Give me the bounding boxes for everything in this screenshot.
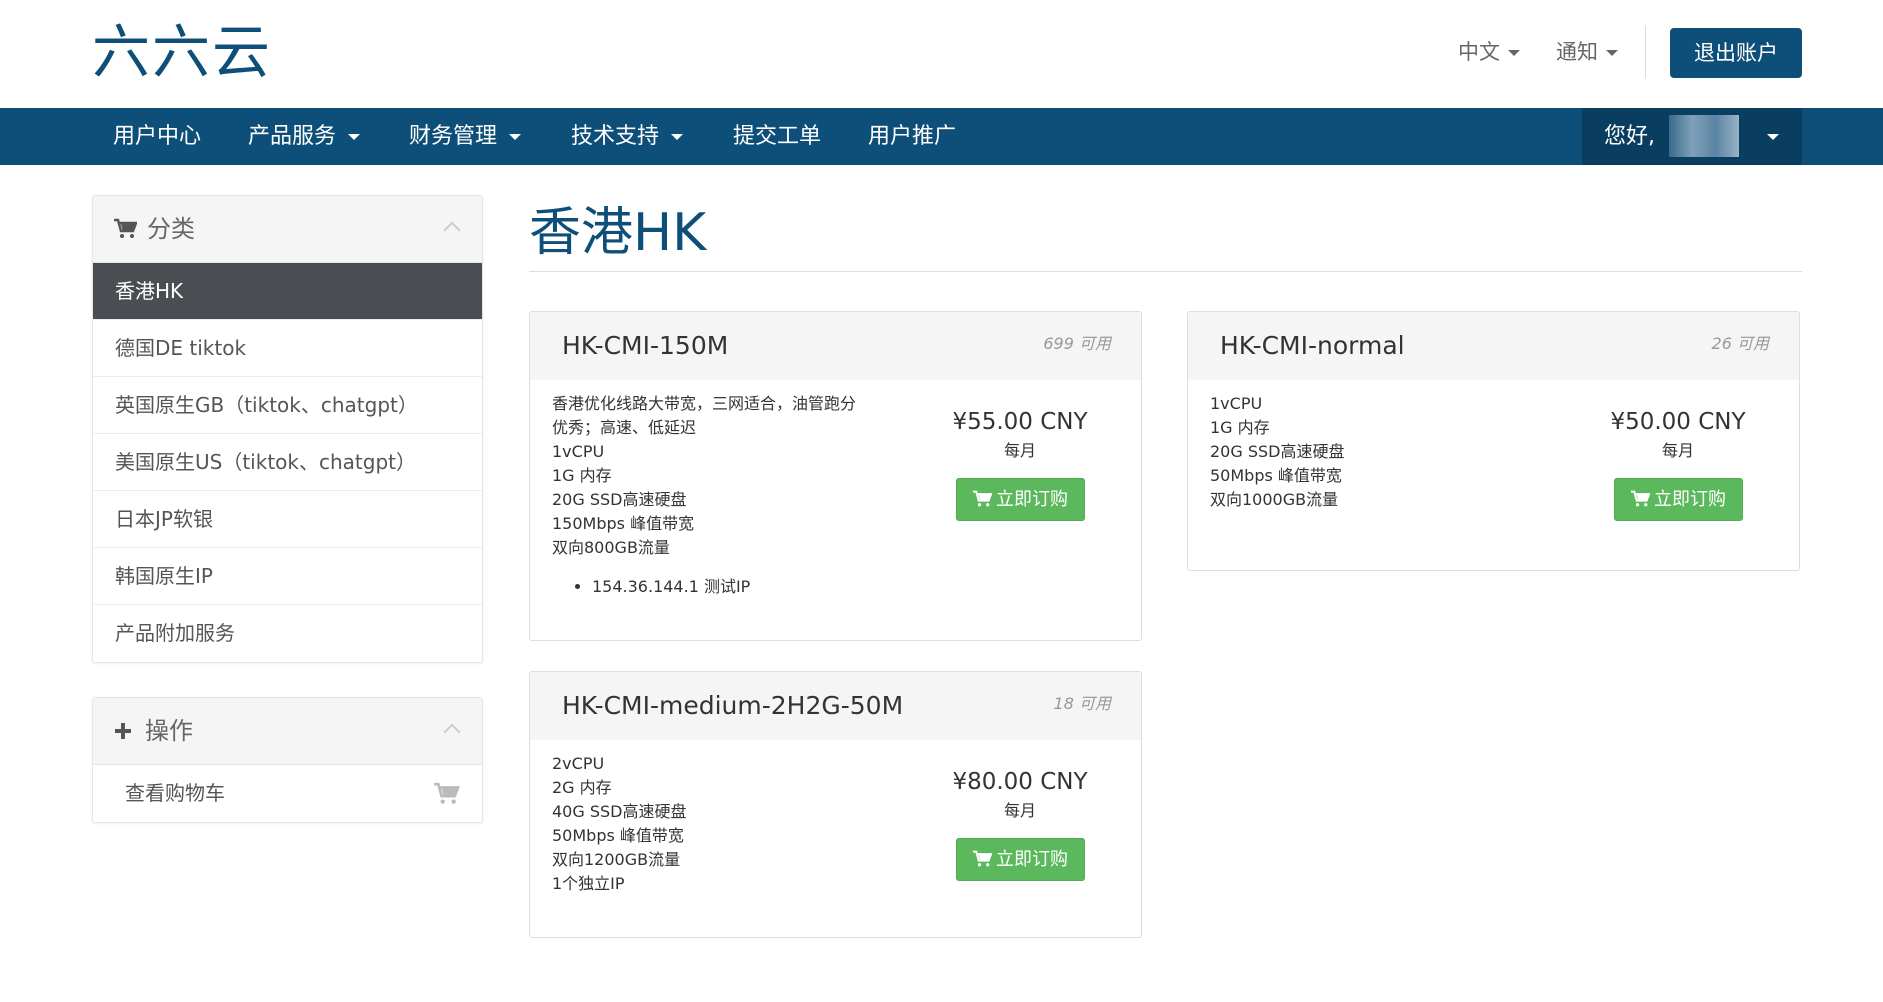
nav-item-user-center[interactable]: 用户中心 — [113, 108, 201, 165]
nav-item-support[interactable]: 技术支持 — [571, 108, 684, 165]
price-box: ¥50.00 CNY 每月 立即订购 — [1578, 406, 1778, 521]
product-availability: 18 可用 — [1053, 694, 1111, 713]
cart-icon — [434, 782, 460, 804]
product-description-line: 双向800GB流量 — [552, 538, 670, 557]
product-name: HK-CMI-150M — [562, 331, 729, 360]
order-now-button[interactable]: 立即订购 — [1613, 478, 1743, 521]
product-price: ¥80.00 CNY — [952, 769, 1088, 795]
billing-cycle: 每月 — [1661, 441, 1694, 460]
nav-item-label: 技术支持 — [571, 124, 660, 149]
title-divider — [529, 271, 1802, 272]
product-header: HK-CMI-150M 699 可用 — [530, 312, 1141, 380]
category-item[interactable]: 德国DE tiktok — [93, 320, 482, 377]
chevron-down-icon — [1508, 50, 1520, 56]
product-name: HK-CMI-medium-2H2G-50M — [562, 691, 904, 720]
nav-item-billing[interactable]: 财务管理 — [409, 108, 522, 165]
chevron-up-icon[interactable] — [443, 723, 461, 741]
cart-icon — [973, 850, 993, 866]
order-now-label: 立即订购 — [996, 849, 1068, 870]
categories-panel-header[interactable]: 分类 — [93, 196, 482, 263]
chevron-up-icon[interactable] — [443, 221, 461, 239]
product-card: HK-CMI-medium-2H2G-50M 18 可用 2vCPU 2G 内存… — [529, 671, 1142, 938]
order-now-label: 立即订购 — [1654, 489, 1726, 510]
product-card: HK-CMI-normal 26 可用 1vCPU 1G 内存 20G SSD高… — [1187, 311, 1800, 571]
site-header: 六六云 中文 通知 退出账户 — [0, 0, 1883, 108]
category-item[interactable]: 英国原生GB（tiktok、chatgpt） — [93, 377, 482, 434]
cart-icon — [114, 218, 137, 238]
cart-icon — [973, 490, 993, 506]
product-card: HK-CMI-150M 699 可用 香港优化线路大带宽，三网适合，油管跑分 优… — [529, 311, 1142, 641]
view-cart-label: 查看购物车 — [125, 781, 225, 805]
billing-cycle: 每月 — [1003, 801, 1036, 820]
product-body: 香港优化线路大带宽，三网适合，油管跑分 优秀；高速、低延迟 1vCPU 1G 内… — [530, 380, 1141, 599]
chevron-down-icon — [348, 134, 361, 140]
order-now-button[interactable]: 立即订购 — [955, 838, 1085, 881]
actions-panel: 操作 查看购物车 — [92, 697, 483, 823]
plus-icon — [115, 723, 131, 739]
order-now-label: 立即订购 — [996, 489, 1068, 510]
header-divider — [1645, 26, 1646, 78]
category-item[interactable]: 日本JP软银 — [93, 491, 482, 548]
product-header: HK-CMI-normal 26 可用 — [1188, 312, 1799, 380]
product-price: ¥55.00 CNY — [952, 409, 1088, 435]
order-now-button[interactable]: 立即订购 — [955, 478, 1085, 521]
actions-panel-header[interactable]: 操作 — [93, 698, 482, 765]
chevron-down-icon — [509, 134, 522, 140]
product-price: ¥50.00 CNY — [1610, 409, 1746, 435]
notifications-dropdown[interactable]: 通知 — [1556, 36, 1618, 66]
product-availability: 26 可用 — [1711, 334, 1769, 353]
logout-button[interactable]: 退出账户 — [1670, 28, 1802, 78]
cart-icon — [1631, 490, 1651, 506]
category-item[interactable]: 产品附加服务 — [93, 605, 482, 662]
category-item[interactable]: 韩国原生IP — [93, 548, 482, 605]
category-item[interactable]: 香港HK — [93, 263, 482, 320]
product-header: HK-CMI-medium-2H2G-50M 18 可用 — [530, 672, 1141, 740]
notifications-label: 通知 — [1556, 40, 1598, 64]
product-availability: 699 可用 — [1043, 334, 1111, 353]
categories-title: 分类 — [147, 215, 195, 243]
actions-title: 操作 — [145, 717, 193, 745]
language-label: 中文 — [1458, 40, 1500, 64]
product-name: HK-CMI-normal — [1220, 331, 1405, 360]
user-greeting: 您好, — [1604, 124, 1655, 149]
page-title: 香港HK — [529, 203, 707, 263]
nav-item-products[interactable]: 产品服务 — [248, 108, 361, 165]
username-redacted — [1669, 115, 1739, 157]
category-item[interactable]: 美国原生US（tiktok、chatgpt） — [93, 434, 482, 491]
language-dropdown[interactable]: 中文 — [1458, 36, 1520, 66]
chevron-down-icon — [671, 134, 684, 140]
user-menu[interactable]: 您好, — [1582, 108, 1802, 165]
product-body: 1vCPU 1G 内存 20G SSD高速硬盘 50Mbps 峰值带宽 双向10… — [1188, 380, 1799, 521]
nav-item-label: 财务管理 — [409, 124, 498, 149]
price-box: ¥55.00 CNY 每月 立即订购 — [920, 406, 1120, 521]
nav-item-label: 产品服务 — [248, 124, 337, 149]
product-body: 2vCPU 2G 内存 40G SSD高速硬盘 50Mbps 峰值带宽 双向12… — [530, 740, 1141, 896]
product-features: 154.36.144.1 测试IP — [592, 575, 1141, 599]
nav-item-affiliates[interactable]: 用户推广 — [868, 108, 956, 165]
billing-cycle: 每月 — [1003, 441, 1036, 460]
site-logo[interactable]: 六六云 — [92, 18, 272, 86]
nav-item-label: 用户中心 — [113, 124, 202, 149]
nav-item-open-ticket[interactable]: 提交工单 — [733, 108, 821, 165]
view-cart-link[interactable]: 查看购物车 — [93, 765, 482, 822]
chevron-down-icon — [1767, 134, 1779, 140]
price-box: ¥80.00 CNY 每月 立即订购 — [920, 766, 1120, 881]
chevron-down-icon — [1606, 50, 1618, 56]
nav-item-label: 提交工单 — [733, 124, 822, 149]
nav-item-label: 用户推广 — [868, 124, 957, 149]
categories-panel: 分类 香港HK 德国DE tiktok 英国原生GB（tiktok、chatgp… — [92, 195, 483, 663]
main-nav: 用户中心 产品服务 财务管理 技术支持 提交工单 用户推广 您好, — [0, 108, 1883, 165]
feature-item: 154.36.144.1 测试IP — [592, 575, 1141, 599]
